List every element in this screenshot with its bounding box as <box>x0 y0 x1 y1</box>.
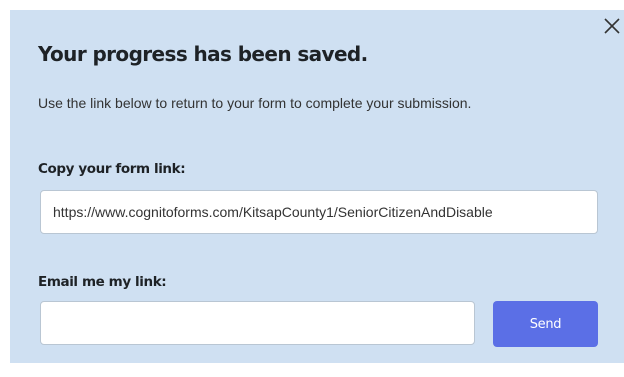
form-link-field[interactable] <box>40 190 598 234</box>
dialog-title: Your progress has been saved. <box>38 42 368 66</box>
close-icon[interactable] <box>602 16 622 36</box>
email-link-label: Email me my link: <box>38 274 167 290</box>
dialog-description: Use the link below to return to your for… <box>38 95 472 111</box>
save-progress-dialog: Your progress has been saved. Use the li… <box>10 10 624 363</box>
send-button[interactable]: Send <box>493 301 598 347</box>
copy-link-label: Copy your form link: <box>38 161 186 177</box>
email-field[interactable] <box>40 301 475 345</box>
